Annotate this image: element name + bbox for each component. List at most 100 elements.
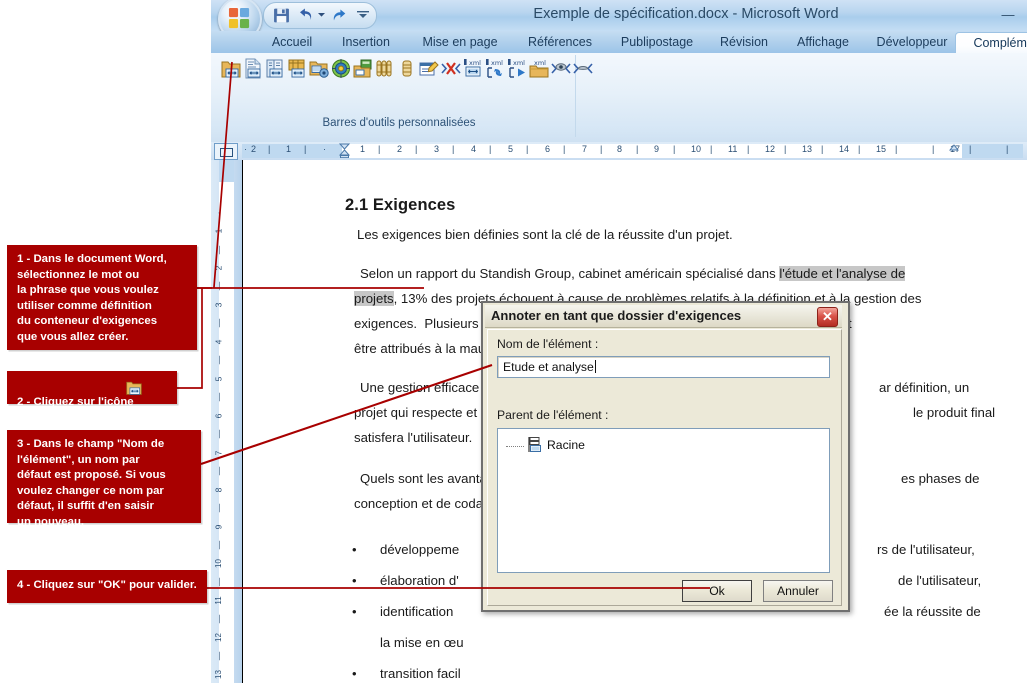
collapse-tags-icon[interactable] <box>551 58 571 79</box>
callout-2: 2 - Cliquez sur l'icône . <box>7 371 177 439</box>
dialog-body: Nom de l'élément : Etude et analyse Pare… <box>487 329 842 606</box>
cancel-button[interactable]: Annuler <box>763 580 833 602</box>
customize-qat-icon[interactable] <box>356 11 370 19</box>
tree-connector <box>506 446 524 447</box>
ribbon-content: xml xml xml xml Barres d'outils personna… <box>211 53 1027 143</box>
new-requirement-folder-icon[interactable] <box>221 58 241 79</box>
list-item-right: de l'utilisateur, <box>898 573 982 588</box>
ribbon-tab-strip: Accueil Insertion Mise en page Référence… <box>211 31 1027 54</box>
tab-revision[interactable]: Révision <box>700 31 788 53</box>
vruler-tick: 7 <box>213 450 224 456</box>
paragraph-avantages-l1b: es phases de <box>901 471 980 486</box>
ruler-tick: 9 <box>654 144 660 154</box>
callout-2-text-before: 2 - Cliquez sur l'icône <box>17 395 134 408</box>
delete-tag-icon[interactable] <box>441 58 461 79</box>
traceability-icon[interactable] <box>353 58 373 79</box>
svg-text:xml: xml <box>491 59 503 67</box>
tab-accueil[interactable]: Accueil <box>253 31 331 53</box>
vruler-tick: 9 <box>213 524 224 530</box>
element-name-input[interactable]: Etude et analyse <box>497 356 830 378</box>
svg-text:xml: xml <box>469 59 481 67</box>
title-bar: Exemple de spécification.docx - Microsof… <box>211 0 1027 41</box>
list-item-left: développeme <box>380 542 460 557</box>
ruler-tick: 12 <box>765 144 776 154</box>
paragraph-gestion-l1a: Une gestion efficace d <box>360 380 491 395</box>
xml-element-icon[interactable]: xml <box>463 58 483 79</box>
list-item-continuation: la mise en œu <box>380 635 464 650</box>
library-icon[interactable] <box>375 58 395 79</box>
dialog-title: Annoter en tant que dossier d'exigences <box>491 308 742 323</box>
ruler-tick: 13 <box>802 144 813 154</box>
ruler-tick: 5 <box>508 144 514 154</box>
list-item: transition facil <box>352 658 779 683</box>
ruler-tick: 6 <box>545 144 551 154</box>
office-logo-icon <box>228 7 250 29</box>
vertical-ruler[interactable]: 1 2 3 4 5 6 7 8 9 10 11 12 13 · — — — — — —… <box>211 160 242 683</box>
paragraph-standish: Selon un rapport du Standish Group, cabi… <box>360 261 1020 286</box>
minimize-button[interactable]: — <box>997 8 1019 24</box>
ruler-tick: 10 <box>691 144 702 154</box>
save-icon[interactable] <box>273 7 290 24</box>
requirement-root-icon <box>528 437 541 452</box>
toolbar-group-custom: xml xml xml xml Barres d'outils personna… <box>215 55 593 137</box>
paragraph-gestion-l3: satisfera l'utilisateur. <box>354 430 473 445</box>
tab-insertion[interactable]: Insertion <box>322 31 410 53</box>
ruler-tick: 11 <box>728 144 738 154</box>
xml-next-icon[interactable]: xml <box>507 58 527 79</box>
expand-tags-icon[interactable] <box>573 58 593 79</box>
list-item-left: identification <box>380 604 454 619</box>
ruler-tick: 8 <box>617 144 623 154</box>
tab-affichage[interactable]: Affichage <box>776 31 870 53</box>
element-name-value: Etude et analyse <box>503 360 594 374</box>
tree-node-racine[interactable]: Racine <box>547 438 585 452</box>
vruler-tick: 3 <box>213 302 224 308</box>
edit-properties-icon[interactable] <box>419 58 439 79</box>
window-title: Exemple de spécification.docx - Microsof… <box>533 6 839 22</box>
paragraph-gestion-l2a: projet qui respecte et <box>354 405 478 420</box>
callout-1: 1 - Dans le document Word, sélectionnez … <box>7 245 197 350</box>
ruler-tick: 2 <box>251 144 257 154</box>
single-library-icon[interactable] <box>397 58 417 79</box>
vruler-tick: 8 <box>213 487 224 493</box>
selected-text-part1: l'étude et l'analyse de <box>779 266 906 281</box>
requirement-settings-icon[interactable] <box>309 58 329 79</box>
tab-mise-en-page[interactable]: Mise en page <box>401 31 519 53</box>
redo-icon[interactable] <box>332 7 348 24</box>
quick-access-toolbar <box>263 2 377 29</box>
toolbar-group-label: Barres d'outils personnalisées <box>322 117 476 129</box>
close-icon[interactable]: ✕ <box>817 307 838 327</box>
parent-field-label: Parent de l'élément : <box>497 408 609 422</box>
tab-complements[interactable]: Compléments <box>955 32 1027 54</box>
horizontal-ruler[interactable]: 2 1 1 2 3 4 5 6 7 8 9 10 11 12 13 14 15 … <box>211 142 1027 161</box>
callout-3: 3 - Dans le champ "Nom de l'élément", un… <box>7 430 201 528</box>
xml-folder-icon[interactable]: xml <box>529 58 549 79</box>
paragraph-avantages-l1a: Quels sont les avanta <box>360 471 487 486</box>
tab-developpeur[interactable]: Développeur <box>858 31 966 53</box>
list-item-left: élaboration d' <box>380 573 459 588</box>
vruler-tick: 11 <box>214 596 223 605</box>
paragraph-intro: Les exigences bien définies sont la clé … <box>357 227 733 242</box>
target-icon[interactable] <box>331 58 351 79</box>
parent-tree-view[interactable]: Racine <box>497 428 830 573</box>
new-requirement-document-icon[interactable] <box>243 58 263 79</box>
tab-references[interactable]: Références <box>508 31 612 53</box>
chevron-down-icon[interactable] <box>317 10 326 19</box>
tab-selector-button[interactable] <box>214 143 238 160</box>
ruler-tick: 4 <box>471 144 477 154</box>
right-indent-marker[interactable] <box>949 144 959 157</box>
ruler-tick: 7 <box>582 144 588 154</box>
xml-refresh-icon[interactable]: xml <box>485 58 505 79</box>
new-requirement-book-icon[interactable] <box>265 58 285 79</box>
requirement-list-icon[interactable] <box>287 58 307 79</box>
indent-marker[interactable] <box>339 143 350 158</box>
vruler-tick: 4 <box>213 339 224 345</box>
ok-button[interactable]: Ok <box>682 580 752 602</box>
ruler-tick: 2 <box>397 144 403 154</box>
ruler-tick: 1 <box>360 144 366 154</box>
tab-publipostage[interactable]: Publipostage <box>601 31 713 53</box>
ruler-tick: 14 <box>839 144 850 154</box>
undo-icon[interactable] <box>298 7 314 24</box>
annotate-requirement-dialog[interactable]: Annoter en tant que dossier d'exigences … <box>481 301 850 612</box>
ruler-margin-left <box>242 144 342 158</box>
screenshot-root: Exemple de spécification.docx - Microsof… <box>0 0 1027 683</box>
